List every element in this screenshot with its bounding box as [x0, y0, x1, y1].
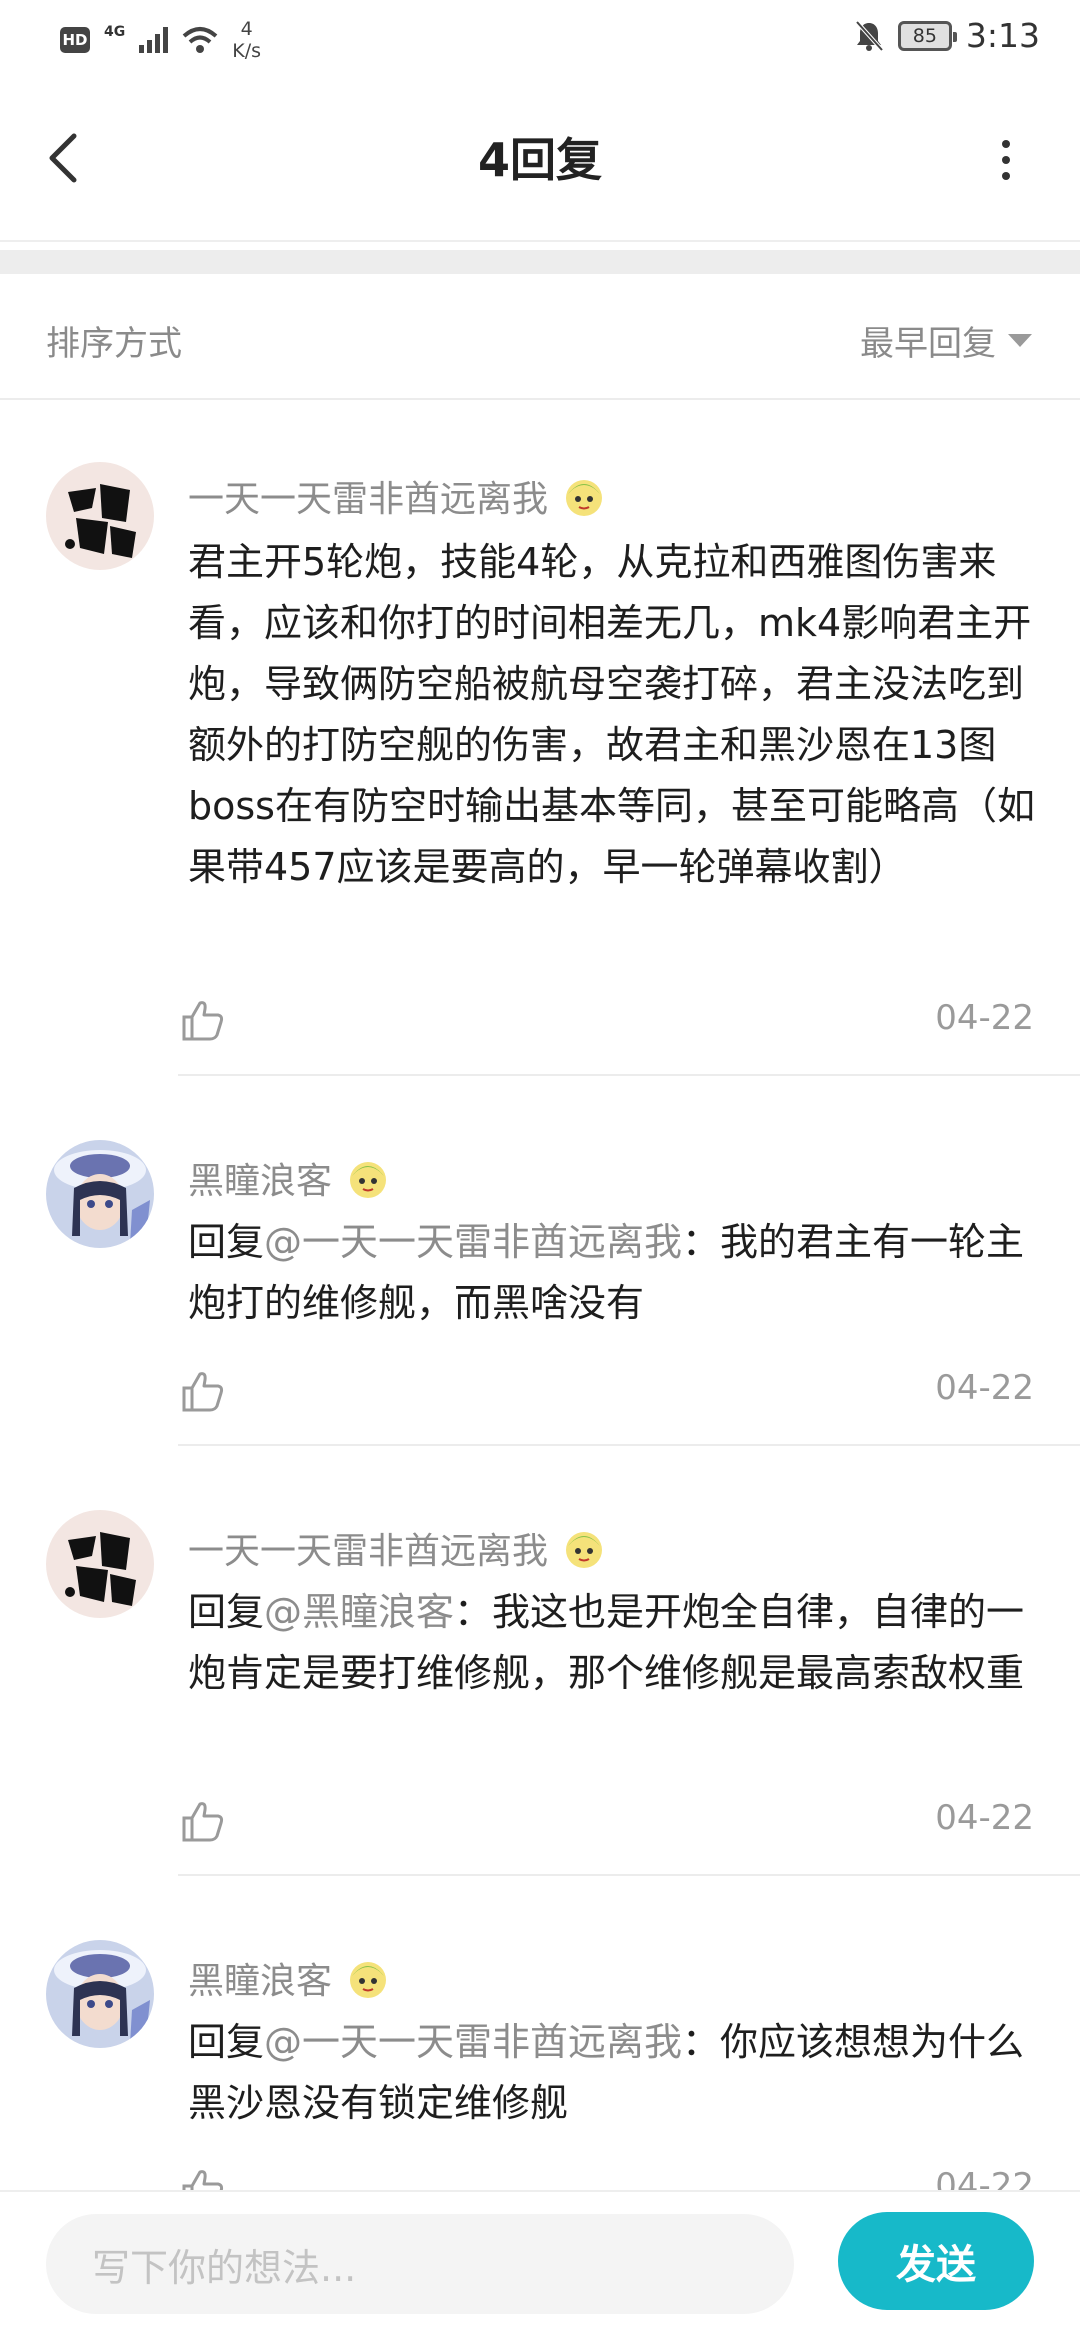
username[interactable]: 黑瞳浪客 — [188, 1952, 332, 2004]
username-row: 一天一天雷非酋远离我 — [188, 1522, 608, 1574]
comment-date: 04-22 — [935, 1798, 1034, 1838]
avatar[interactable] — [46, 1510, 154, 1618]
username-row: 一天一天雷非酋远离我 — [188, 470, 608, 522]
network-speed: 4 K/s — [232, 18, 261, 62]
more-options-icon[interactable] — [1002, 140, 1010, 188]
mention-link[interactable]: @黑瞳浪客 — [264, 1590, 454, 1634]
network-type: 4G — [104, 24, 126, 40]
wifi-icon — [182, 27, 218, 53]
divider — [178, 1444, 1080, 1446]
avatar[interactable] — [46, 462, 154, 570]
signal-icon — [139, 27, 169, 53]
divider — [178, 1074, 1080, 1076]
speed-value: 4 — [240, 18, 253, 40]
username[interactable]: 黑瞳浪客 — [188, 1152, 332, 1204]
comment-date: 04-22 — [935, 998, 1034, 1038]
page-title: 4回复 — [477, 133, 602, 187]
battery-icon: 85 — [897, 20, 957, 51]
level-badge-icon — [566, 1532, 603, 1568]
reply-prefix: 回复 — [188, 2020, 265, 2064]
level-badge-icon — [350, 1962, 387, 1998]
thumbs-up-icon[interactable] — [180, 1368, 226, 1414]
comment-text: 回复@黑瞳浪客：我这也是开炮全自律，自律的一炮肯定是要打维修舰，那个维修舰是最高… — [188, 1582, 1038, 1704]
section-divider — [0, 250, 1080, 274]
username[interactable]: 一天一天雷非酋远离我 — [188, 470, 548, 522]
comment-text: 回复@一天一天雷非酋远离我：我的君主有一轮主炮打的维修舰，而黑啥没有 — [188, 1212, 1038, 1334]
sort-dropdown[interactable]: 最早回复 — [860, 316, 1032, 365]
avatar[interactable] — [46, 1140, 154, 1248]
comment-text: 回复@一天一天雷非酋远离我：你应该想想为什么黑沙恩没有锁定维修舰 — [188, 2012, 1038, 2134]
clock: 3:13 — [965, 16, 1040, 55]
comment-date: 04-22 — [935, 1368, 1034, 1408]
mute-bell-icon — [855, 20, 884, 51]
dropdown-caret-icon — [1008, 334, 1032, 347]
status-right: 85 3:13 — [854, 16, 1040, 55]
avatar[interactable] — [46, 1940, 154, 2048]
comment-date: 04-22 — [935, 2166, 1034, 2190]
thumbs-up-icon[interactable] — [180, 997, 226, 1043]
level-badge-icon — [350, 1162, 387, 1198]
send-button[interactable]: 发送 — [838, 2212, 1034, 2310]
mention-link[interactable]: @一天一天雷非酋远离我 — [264, 2020, 682, 2064]
battery-level: 85 — [912, 24, 937, 47]
sort-value-label: 最早回复 — [860, 324, 996, 364]
divider — [178, 1874, 1080, 1876]
username-row: 黑瞳浪客 — [188, 1152, 392, 1204]
username-row: 黑瞳浪客 — [188, 1952, 392, 2004]
sort-bar: 排序方式 最早回复 — [0, 274, 1080, 400]
reply-input-bar: 写下你的想法... 发送 — [0, 2190, 1080, 2340]
top-navigation: 4回复 — [0, 78, 1080, 242]
sort-label: 排序方式 — [46, 324, 182, 364]
level-badge-icon — [566, 480, 603, 516]
hd-icon: HD — [60, 27, 90, 53]
speed-unit: K/s — [232, 40, 261, 62]
reply-list-rendered: 一天一天雷非酋远离我 君主开5轮炮，技能4轮，从克拉和西雅图伤害来看，应该和你打… — [0, 402, 1080, 2190]
username[interactable]: 一天一天雷非酋远离我 — [188, 1522, 548, 1574]
thumbs-up-icon[interactable] — [180, 2166, 226, 2190]
comment-text: 君主开5轮炮，技能4轮，从克拉和西雅图伤害来看，应该和你打的时间相差无几，mk4… — [188, 540, 1035, 889]
mention-link[interactable]: @一天一天雷非酋远离我 — [264, 1220, 682, 1264]
status-bar: HD 4G 4 K/s 85 3:13 — [0, 0, 1080, 78]
status-left: HD 4G 4 K/s — [60, 18, 261, 62]
reply-prefix: 回复 — [188, 1590, 265, 1634]
reply-input[interactable]: 写下你的想法... — [46, 2214, 794, 2314]
reply-prefix: 回复 — [188, 1220, 265, 1264]
thumbs-up-icon[interactable] — [180, 1798, 226, 1844]
